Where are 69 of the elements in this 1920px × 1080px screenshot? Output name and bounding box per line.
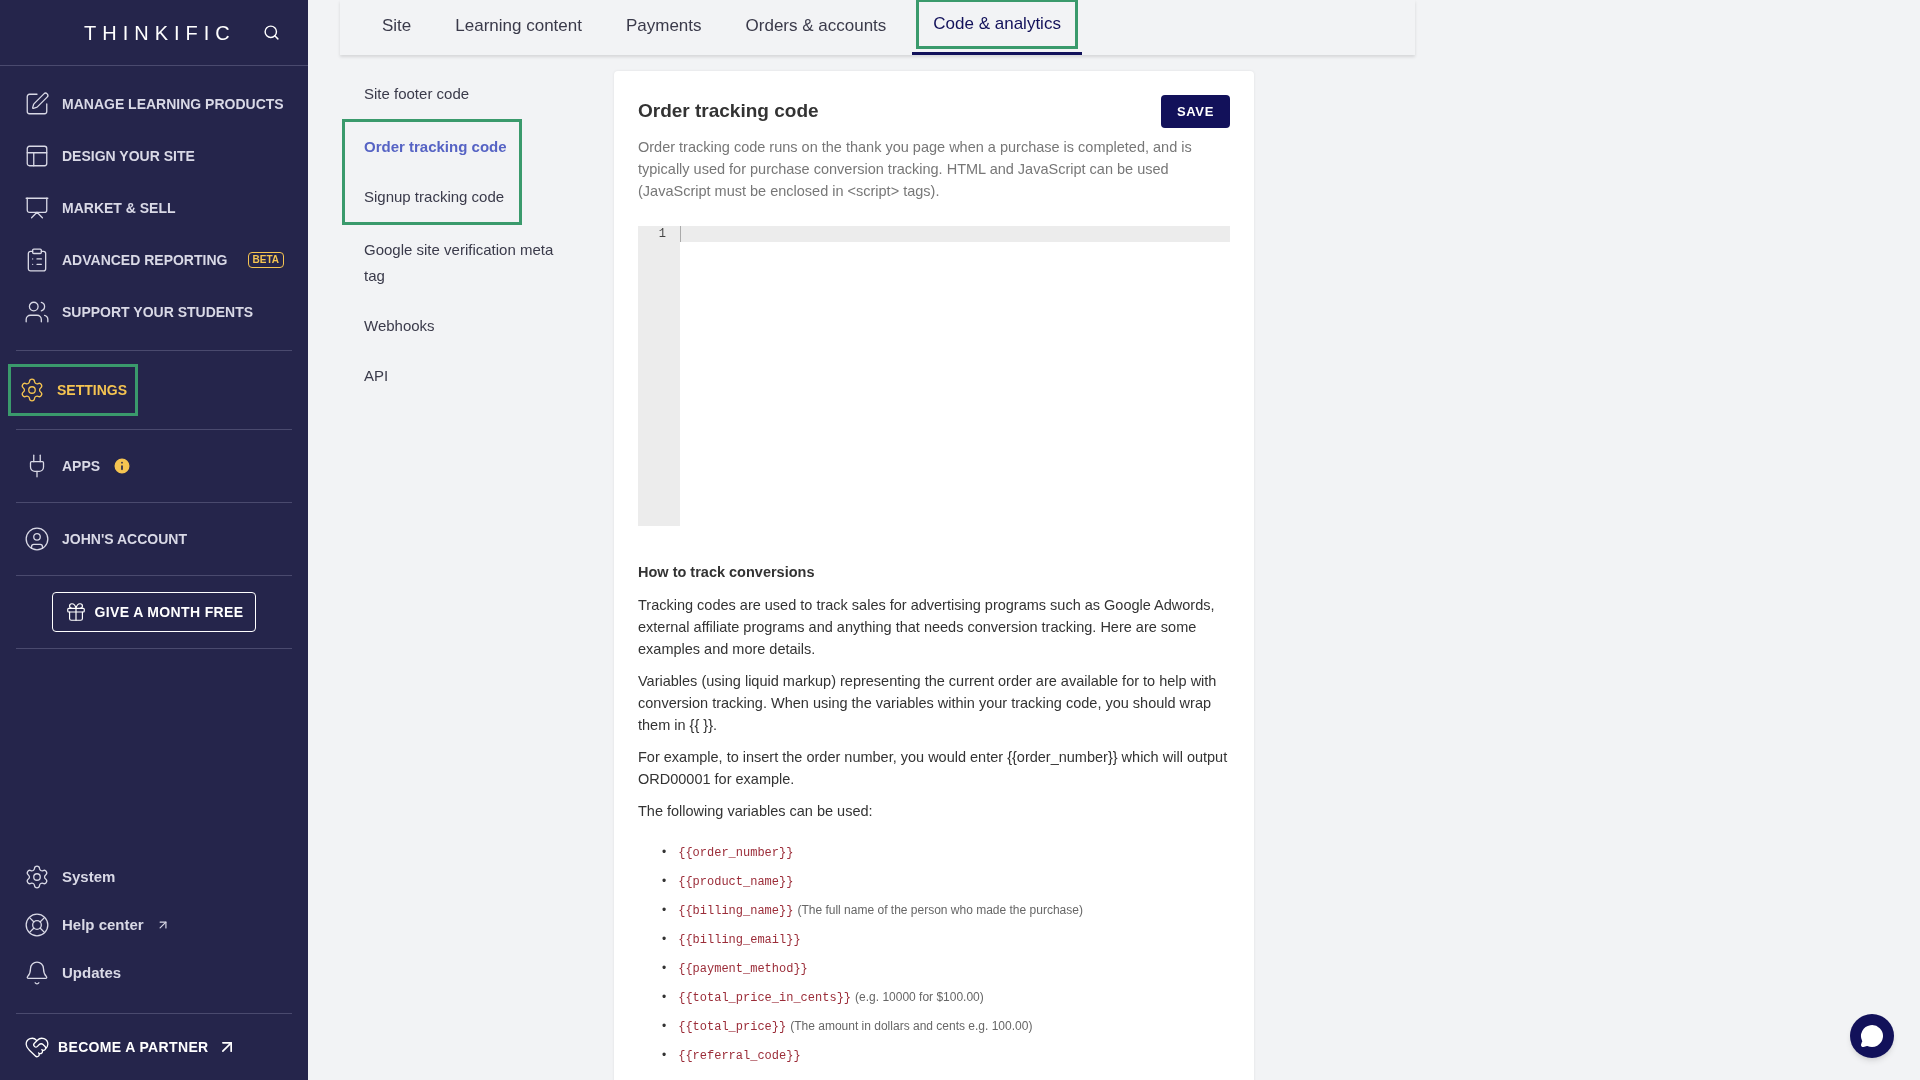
bullet: • [662, 902, 667, 917]
sidebar-bottom-link[interactable]: Updates [16, 949, 292, 997]
settings-tab[interactable]: Code & analytics [919, 2, 1075, 46]
variable-code: {{total_price_in_cents}} [678, 990, 852, 1005]
settings-tab[interactable]: Site [368, 4, 426, 48]
subnav-link[interactable]: Signup tracking code [364, 172, 507, 222]
variable-code: {{product_name}} [678, 874, 794, 889]
variable-note: (The amount in dollars and cents e.g. 100.00) [790, 1018, 1033, 1033]
subnav-link[interactable]: API [364, 351, 566, 401]
section-heading: How to track conversions [638, 563, 816, 582]
sidebar-nav-item[interactable]: DESIGN YOUR SITE [16, 133, 292, 179]
sidebar-nav-item[interactable]: JOHN'S ACCOUNT [16, 516, 292, 562]
help-paragraph: Variables (using liquid markup) representing the current order are available for to help with conversion tracking. When using the variables within your tracking code, you should wrap them in {{ }}. [638, 671, 1218, 735]
help-paragraph: The following variables can be used: [638, 801, 874, 821]
sidebar-nav-item[interactable]: MARKET & SELL [16, 185, 292, 231]
line-number: 1 [657, 226, 667, 242]
become-partner-link[interactable]: BECOME A PARTNER [24, 1034, 284, 1060]
variable-code: {{order_number}} [678, 845, 794, 860]
subnav-link[interactable]: Site footer code [364, 69, 566, 119]
variable-note: (The full name of the person who made the purchase) [797, 902, 1083, 917]
card-description: Order tracking code runs on the thank you page when a purchase is completed, and is typically used for purchase conversion tracking. HTML and JavaScript can be used (JavaScript must be enclosed in <script> tags). [638, 138, 1193, 201]
card-title: Order tracking code [638, 99, 819, 124]
users-icon [24, 299, 50, 325]
help-paragraph: Tracking codes are used to track sales for advertising programs such as Google Adwords, external affiliate programs and anything that needs conversion tracking. Here are some examples and more details. [638, 595, 1216, 659]
settings-icon [24, 864, 50, 890]
chat-button[interactable] [1850, 1014, 1894, 1058]
variable-note: (e.g. 10000 for $100.00) [855, 989, 984, 1004]
sidebar-nav-item[interactable]: SETTINGS [11, 367, 135, 413]
variable-code: {{payment_method}} [678, 961, 808, 976]
beta-badge: BETA [247, 252, 284, 268]
pen-square-icon [24, 91, 50, 117]
sidebar-nav-item[interactable]: APPS [16, 443, 292, 489]
help-paragraph: For example, to insert the order number, you would enter {{order_number}} which will output ORD00001 for example. [638, 747, 1229, 789]
settings-tab[interactable]: Payments [611, 4, 716, 48]
bullet: • [662, 989, 667, 1004]
sidebar-nav-item[interactable]: SUPPORT YOUR STUDENTS [16, 289, 292, 335]
bullet: • [662, 873, 667, 888]
variable-code: {{billing_name}} [678, 903, 794, 918]
variable-code: {{referral_code}} [678, 1048, 801, 1063]
subnav-link[interactable]: Order tracking code [364, 122, 507, 172]
sidebar-nav-item[interactable]: ADVANCED REPORTING BETA [16, 237, 292, 283]
sidebar-bottom-link[interactable]: System [16, 853, 292, 901]
bullet: • [662, 960, 667, 975]
gift-icon [64, 601, 87, 623]
lifebuoy-icon [24, 912, 50, 938]
speech-bubble-icon [1860, 1024, 1884, 1048]
search-icon[interactable] [263, 24, 280, 41]
give-month-free-button[interactable]: GIVE A MONTH FREE [51, 592, 257, 632]
settings-tab[interactable]: Orders & accounts [731, 4, 901, 48]
bell-icon [24, 960, 50, 986]
settings-icon [19, 377, 45, 403]
user-circle-icon [24, 526, 50, 552]
variable-code: {{total_price}} [678, 1019, 787, 1034]
save-button[interactable]: SAVE [1160, 95, 1230, 128]
bullet: • [662, 931, 667, 946]
chart-board-icon [24, 195, 50, 221]
info-icon [112, 456, 133, 476]
bullet: • [662, 844, 667, 859]
sidebar-bottom-link[interactable]: Help center [16, 901, 292, 949]
layout-panels-icon [24, 143, 50, 169]
logo: THINKIFIC [84, 20, 236, 46]
settings-tab[interactable]: Learning content [441, 4, 596, 48]
code-editor[interactable]: 1 [638, 226, 1230, 526]
bullet: • [662, 1018, 667, 1033]
sidebar-nav-item[interactable]: MANAGE LEARNING PRODUCTS [16, 81, 292, 127]
variable-code: {{billing_email}} [678, 932, 801, 947]
bullet: • [662, 1047, 667, 1062]
subnav-link[interactable]: Webhooks [364, 301, 566, 351]
subnav-link[interactable]: Google site verification meta tag [364, 225, 566, 301]
